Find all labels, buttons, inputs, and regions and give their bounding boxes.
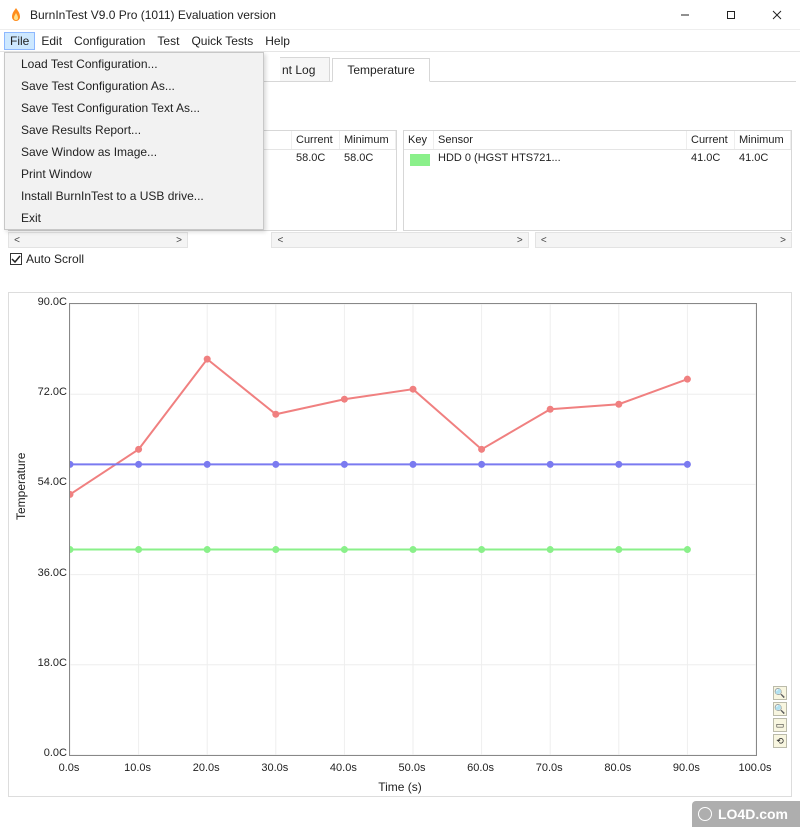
- menu-file[interactable]: File: [4, 32, 35, 50]
- y-tick-label: 72.0C: [29, 386, 67, 398]
- hscroll-mid-table[interactable]: <>: [271, 232, 528, 248]
- x-tick-label: 70.0s: [529, 762, 569, 774]
- sensor-row-hdd[interactable]: HDD 0 (HGST HTS721... 41.0C 41.0C: [404, 150, 791, 170]
- y-tick-label: 18.0C: [29, 657, 67, 669]
- sensor-minimum: 41.0C: [735, 150, 791, 170]
- menu-item-save-window-image[interactable]: Save Window as Image...: [5, 141, 263, 163]
- menu-quick-tests[interactable]: Quick Tests: [185, 32, 259, 50]
- menu-item-save-results-report[interactable]: Save Results Report...: [5, 119, 263, 141]
- window-title: BurnInTest V9.0 Pro (1011) Evaluation ve…: [30, 8, 662, 22]
- menu-item-install-usb[interactable]: Install BurnInTest to a USB drive...: [5, 185, 263, 207]
- scroll-left-icon[interactable]: <: [9, 235, 25, 246]
- menu-item-exit[interactable]: Exit: [5, 207, 263, 229]
- sensor-minimum: 58.0C: [340, 150, 396, 170]
- col-header-key[interactable]: Key: [404, 131, 434, 149]
- col-header-minimum[interactable]: Minimum: [735, 131, 791, 149]
- x-axis-label: Time (s): [378, 780, 422, 794]
- x-tick-label: 30.0s: [255, 762, 295, 774]
- menu-test[interactable]: Test: [151, 32, 185, 50]
- zoom-box-icon[interactable]: ▭: [773, 718, 787, 732]
- scroll-left-icon[interactable]: <: [272, 235, 288, 246]
- sensor-color-swatch: [410, 154, 430, 166]
- auto-scroll-label: Auto Scroll: [26, 252, 84, 266]
- watermark: LO4D.com: [692, 801, 800, 827]
- app-icon: [8, 7, 24, 23]
- zoom-in-icon[interactable]: 🔍: [773, 686, 787, 700]
- title-bar: BurnInTest V9.0 Pro (1011) Evaluation ve…: [0, 0, 800, 30]
- globe-icon: [698, 807, 712, 821]
- scroll-right-icon[interactable]: >: [775, 235, 791, 246]
- hscroll-right-table[interactable]: <>: [535, 232, 792, 248]
- menu-item-save-config-as[interactable]: Save Test Configuration As...: [5, 75, 263, 97]
- scroll-right-icon[interactable]: >: [512, 235, 528, 246]
- checkbox-icon[interactable]: [10, 253, 22, 265]
- x-tick-label: 40.0s: [323, 762, 363, 774]
- sensor-scrollbars: <> <> <>: [8, 231, 792, 248]
- sensor-current: 58.0C: [292, 150, 340, 170]
- x-tick-label: 20.0s: [186, 762, 226, 774]
- y-axis-label: Temperature: [14, 452, 28, 519]
- x-tick-label: 60.0s: [461, 762, 501, 774]
- col-header-sensor[interactable]: Sensor: [434, 131, 687, 149]
- sensor-name: HDD 0 (HGST HTS721...: [434, 150, 687, 170]
- tab-temperature[interactable]: Temperature: [332, 58, 429, 82]
- watermark-text: LO4D.com: [718, 806, 788, 822]
- menu-item-load-config[interactable]: Load Test Configuration...: [5, 53, 263, 75]
- y-tick-label: 90.0C: [29, 296, 67, 308]
- auto-scroll-toggle[interactable]: Auto Scroll: [10, 252, 790, 266]
- x-tick-label: 100.0s: [735, 762, 775, 774]
- chart-tools: 🔍 🔍 ▭ ⟲: [773, 686, 787, 748]
- zoom-out-icon[interactable]: 🔍: [773, 702, 787, 716]
- minimize-button[interactable]: [662, 0, 708, 29]
- plot-area[interactable]: [69, 303, 757, 756]
- col-header-current[interactable]: Current: [292, 131, 340, 149]
- temperature-chart: Temperature Time (s) 0.0C 18.0C 36.0C 54.0C…: [8, 292, 792, 797]
- maximize-button[interactable]: [708, 0, 754, 29]
- col-header-minimum[interactable]: Minimum: [340, 131, 396, 149]
- x-tick-label: 80.0s: [598, 762, 638, 774]
- x-tick-label: 50.0s: [392, 762, 432, 774]
- y-tick-label: 54.0C: [29, 476, 67, 488]
- menu-bar: File Edit Configuration Test Quick Tests…: [0, 30, 800, 52]
- y-tick-label: 36.0C: [29, 567, 67, 579]
- sensor-current: 41.0C: [687, 150, 735, 170]
- close-button[interactable]: [754, 0, 800, 29]
- menu-item-save-config-text-as[interactable]: Save Test Configuration Text As...: [5, 97, 263, 119]
- zoom-reset-icon[interactable]: ⟲: [773, 734, 787, 748]
- menu-configuration[interactable]: Configuration: [68, 32, 151, 50]
- y-tick-label: 0.0C: [29, 747, 67, 759]
- scroll-left-icon[interactable]: <: [536, 235, 552, 246]
- x-tick-label: 0.0s: [49, 762, 89, 774]
- x-tick-label: 10.0s: [118, 762, 158, 774]
- menu-item-print-window[interactable]: Print Window: [5, 163, 263, 185]
- col-header-current[interactable]: Current: [687, 131, 735, 149]
- hscroll-left-table[interactable]: <>: [8, 232, 188, 248]
- scroll-right-icon[interactable]: >: [171, 235, 187, 246]
- menu-edit[interactable]: Edit: [35, 32, 68, 50]
- file-menu-dropdown: Load Test Configuration... Save Test Con…: [4, 52, 264, 230]
- x-tick-label: 90.0s: [666, 762, 706, 774]
- menu-help[interactable]: Help: [259, 32, 296, 50]
- sensor-table-2: Key Sensor Current Minimum HDD 0 (HGST H…: [403, 130, 792, 231]
- tab-event-log[interactable]: nt Log: [280, 57, 330, 81]
